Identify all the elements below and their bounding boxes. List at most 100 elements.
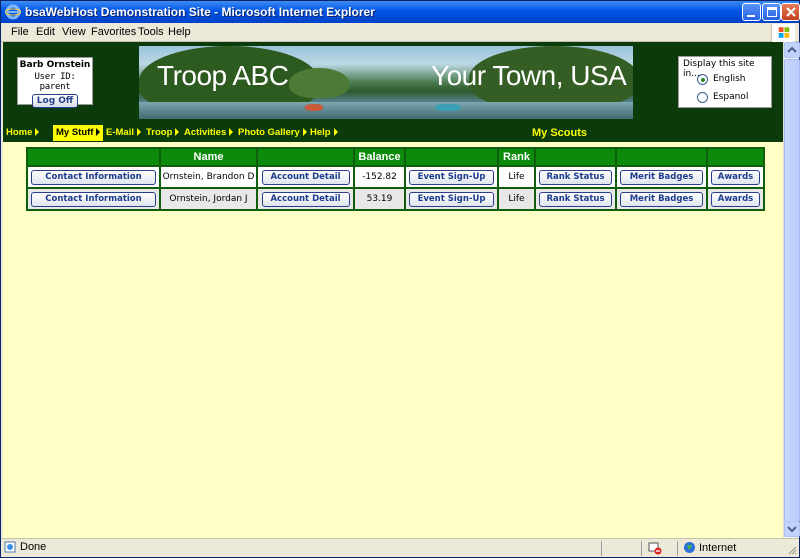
menu-favorites[interactable]: Favorites — [91, 26, 136, 38]
internet-zone-icon — [684, 542, 695, 553]
browser-window: bsaWebHost Demonstration Site - Microsof… — [0, 0, 800, 558]
nav-my-stuff-label: My Stuff — [56, 127, 94, 138]
awards-button[interactable]: Awards — [711, 169, 760, 185]
english-label: English — [713, 74, 746, 84]
status-bar: Done Internet — [1, 538, 799, 557]
event-cell: Event Sign-Up — [404, 187, 499, 211]
nav-photo-gallery-label: Photo Gallery — [238, 127, 300, 138]
chevron-down-icon — [787, 526, 797, 533]
menu-tools[interactable]: Tools — [138, 26, 164, 38]
merit-badges-button[interactable]: Merit Badges — [620, 191, 703, 207]
status-text: Done — [20, 541, 47, 553]
scout-rank: Life — [497, 187, 536, 211]
contact-information-button[interactable]: Contact Information — [31, 169, 156, 185]
menu-edit[interactable]: Edit — [36, 26, 55, 38]
windows-logo-icon — [771, 24, 795, 42]
title-bar: bsaWebHost Demonstration Site - Microsof… — [1, 1, 800, 23]
contact-cell: Contact Information — [26, 165, 161, 189]
rank-status-cell: Rank Status — [534, 187, 617, 211]
header-rank: Rank — [497, 147, 536, 167]
nav-my-stuff[interactable]: My Stuff — [53, 125, 104, 141]
site-header: Barb Ornstein User ID: parent Log Off Tr… — [3, 42, 783, 122]
nav-troop-label: Troop — [146, 127, 173, 138]
minimize-button[interactable] — [742, 3, 761, 21]
awards-cell: Awards — [706, 165, 765, 189]
user-name: Barb Ornstein — [19, 60, 91, 70]
header-name: Name — [159, 147, 258, 167]
scout-balance: 53.19 — [353, 187, 406, 211]
nav-help[interactable]: Help — [307, 125, 341, 141]
rank-status-button[interactable]: Rank Status — [539, 169, 612, 185]
page-viewport: Barb Ornstein User ID: parent Log Off Tr… — [3, 42, 783, 538]
scroll-up-button[interactable] — [784, 42, 800, 58]
espanol-label: Espanol — [713, 92, 749, 102]
scout-name: Ornstein, Brandon D — [159, 165, 258, 189]
language-selector: Display this site in... English Espanol — [678, 56, 772, 108]
scroll-thumb[interactable] — [784, 59, 800, 522]
scout-balance: -152.82 — [353, 165, 406, 189]
page-title: My Scouts — [532, 127, 588, 139]
close-icon — [786, 7, 796, 17]
banner-troop-name: Troop ABC — [157, 60, 289, 91]
account-detail-button[interactable]: Account Detail — [261, 191, 350, 207]
maximize-icon — [767, 7, 777, 17]
rank-status-cell: Rank Status — [534, 165, 617, 189]
nav-home-label: Home — [6, 127, 33, 138]
header-awards — [706, 147, 765, 167]
account-detail-button[interactable]: Account Detail — [261, 169, 350, 185]
menu-file[interactable]: File — [11, 26, 29, 38]
status-cell — [601, 541, 641, 556]
header-rank-status — [534, 147, 617, 167]
menu-help[interactable]: Help — [168, 26, 191, 38]
table-row: Contact Information Ornstein, Jordan J A… — [26, 187, 765, 211]
vertical-scrollbar[interactable] — [783, 42, 800, 538]
nav-photo-gallery[interactable]: Photo Gallery — [235, 125, 310, 141]
table-row: Contact Information Ornstein, Brandon D … — [26, 165, 765, 189]
close-button[interactable] — [781, 3, 800, 21]
contact-information-button[interactable]: Contact Information — [31, 191, 156, 207]
account-cell: Account Detail — [256, 165, 355, 189]
nav-arrow-icon — [136, 128, 141, 136]
nav-home[interactable]: Home — [3, 125, 42, 141]
banner-trees-middle — [289, 68, 349, 98]
header-account — [256, 147, 355, 167]
user-info-box: Barb Ornstein User ID: parent Log Off — [17, 57, 93, 108]
espanol-radio[interactable] — [697, 92, 708, 103]
header-balance: Balance — [353, 147, 406, 167]
minimize-icon — [747, 15, 755, 17]
log-off-button[interactable]: Log Off — [31, 94, 79, 108]
nav-arrow-icon — [96, 128, 101, 136]
nav-email[interactable]: E-Mail — [103, 125, 144, 141]
nav-troop[interactable]: Troop — [143, 125, 182, 141]
header-event — [404, 147, 499, 167]
merit-cell: Merit Badges — [615, 165, 708, 189]
nav-email-label: E-Mail — [106, 127, 134, 138]
account-cell: Account Detail — [256, 187, 355, 211]
english-radio[interactable] — [697, 74, 708, 85]
awards-button[interactable]: Awards — [711, 191, 760, 207]
header-contact — [26, 147, 161, 167]
main-nav: Home My Stuff E-Mail Troop Activities Ph… — [3, 122, 783, 142]
rank-status-button[interactable]: Rank Status — [539, 191, 612, 207]
header-merit — [615, 147, 708, 167]
resize-grip-icon[interactable] — [787, 545, 797, 555]
event-signup-button[interactable]: Event Sign-Up — [409, 169, 494, 185]
scroll-down-button[interactable] — [784, 521, 800, 537]
nav-activities[interactable]: Activities — [181, 125, 236, 141]
popup-blocked-icon[interactable] — [648, 541, 662, 555]
merit-cell: Merit Badges — [615, 187, 708, 211]
menu-view[interactable]: View — [62, 26, 86, 38]
awards-cell: Awards — [706, 187, 765, 211]
merit-badges-button[interactable]: Merit Badges — [620, 169, 703, 185]
menu-bar: File Edit View Favorites Tools Help — [1, 23, 799, 42]
banner-water — [139, 102, 633, 119]
chevron-up-icon — [787, 46, 797, 53]
event-signup-button[interactable]: Event Sign-Up — [409, 191, 494, 207]
nav-arrow-icon — [35, 128, 40, 136]
window-title: bsaWebHost Demonstration Site - Microsof… — [25, 5, 375, 19]
maximize-button[interactable] — [762, 3, 781, 21]
internet-explorer-icon — [5, 4, 21, 20]
user-id: User ID: parent — [34, 72, 76, 92]
troop-banner-image: Troop ABC Your Town, USA — [139, 46, 633, 119]
banner-town-name: Your Town, USA — [431, 60, 627, 91]
